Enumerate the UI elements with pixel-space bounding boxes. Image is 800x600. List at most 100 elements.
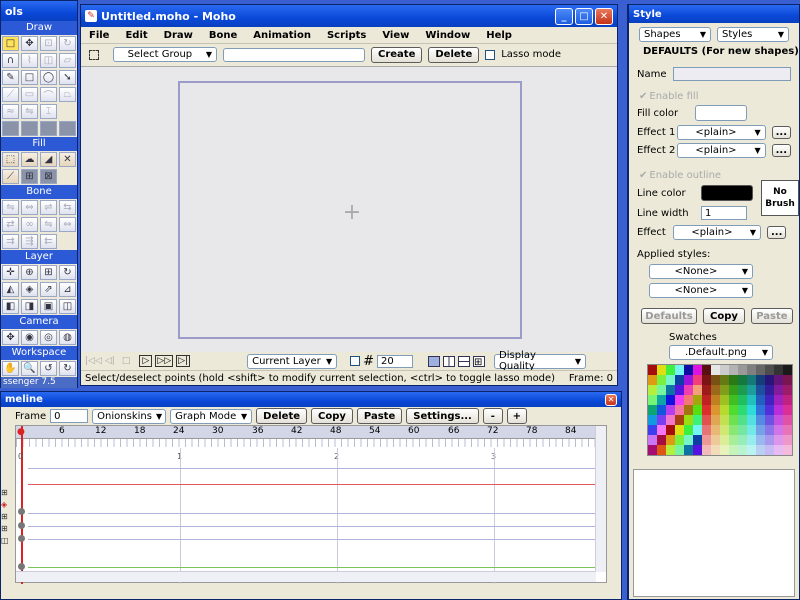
swatch-cell[interactable] <box>738 365 747 375</box>
flip-icon[interactable]: ⇋ <box>21 104 38 119</box>
swatch-cell[interactable] <box>711 425 720 435</box>
effect-dropdown[interactable]: <plain> ▼ <box>673 224 761 240</box>
applied-style1-dropdown[interactable]: <None> ▼ <box>649 264 753 279</box>
swatch-cell[interactable] <box>675 435 684 445</box>
swatch-cell[interactable] <box>702 435 711 445</box>
style-copy-button[interactable]: Copy <box>703 308 745 324</box>
swatch-cell[interactable] <box>756 385 765 395</box>
swatch-cell[interactable] <box>747 425 756 435</box>
swatch-cell[interactable] <box>648 435 657 445</box>
menu-draw[interactable]: Draw <box>156 30 201 41</box>
rewind-icon[interactable]: |◁◁ <box>85 356 102 366</box>
swatch-cell[interactable] <box>684 365 693 375</box>
swatch-cell[interactable] <box>747 395 756 405</box>
menu-bone[interactable]: Bone <box>201 30 245 41</box>
swatch-cell[interactable] <box>747 405 756 415</box>
swatch-cell[interactable] <box>747 385 756 395</box>
swatch-cell[interactable] <box>783 365 792 375</box>
swatch-cell[interactable] <box>711 405 720 415</box>
swatch-cell[interactable] <box>774 435 783 445</box>
no-brush-button[interactable]: No Brush <box>761 180 799 216</box>
swatch-cell[interactable] <box>666 385 675 395</box>
eyedropper-icon[interactable]: ⊠ <box>40 169 57 184</box>
add-bone-icon[interactable]: ⇌ <box>40 200 57 215</box>
swatch-cell[interactable] <box>711 435 720 445</box>
rotate-layer-icon[interactable]: ↻ <box>59 265 76 280</box>
swatch-cell[interactable] <box>765 395 774 405</box>
swatch-cell[interactable] <box>666 425 675 435</box>
swatch-cell[interactable] <box>657 425 666 435</box>
bend-icon[interactable]: ⌒ <box>40 87 57 102</box>
swatch-cell[interactable] <box>783 425 792 435</box>
translate-layer-icon[interactable]: ⊕ <box>21 265 38 280</box>
swatch-cell[interactable] <box>720 415 729 425</box>
zoom-in-button[interactable]: + <box>506 408 527 424</box>
swatch-cell[interactable] <box>720 385 729 395</box>
layer-depth-icon[interactable]: ◫ <box>59 299 76 314</box>
swatch-cell[interactable] <box>765 385 774 395</box>
swatch-cell[interactable] <box>702 405 711 415</box>
view-single-icon[interactable] <box>428 355 440 367</box>
close-icon[interactable]: ✕ <box>595 7 613 25</box>
swatch-cell[interactable] <box>774 415 783 425</box>
swatch-cell[interactable] <box>729 395 738 405</box>
translate-points-icon[interactable]: ✥ <box>21 36 38 51</box>
timeline-paste-button[interactable]: Paste <box>356 408 403 424</box>
swatch-cell[interactable] <box>711 375 720 385</box>
lasso-mode-checkbox[interactable] <box>485 49 496 60</box>
shear-icon[interactable]: ▱ <box>59 53 76 68</box>
applied-style2-dropdown[interactable]: <None> ▼ <box>649 283 753 298</box>
enable-outline-checkbox[interactable]: ✔ <box>639 170 647 181</box>
swatch-cell[interactable] <box>738 395 747 405</box>
rotate-bone-icon[interactable]: ⇶ <box>21 234 38 249</box>
select-points-icon[interactable]: □ <box>2 36 19 51</box>
swatch-cell[interactable] <box>783 415 792 425</box>
swatch-cell[interactable] <box>720 445 729 455</box>
swatch-cell[interactable] <box>774 425 783 435</box>
noise-icon[interactable]: ≈ <box>2 104 19 119</box>
menu-help[interactable]: Help <box>478 30 520 41</box>
swatch-cell[interactable] <box>783 395 792 405</box>
scatter-brush-icon[interactable]: ➘ <box>59 70 76 85</box>
swatch-cell[interactable] <box>720 375 729 385</box>
swatch-cell[interactable] <box>711 395 720 405</box>
show-grid-checkbox[interactable] <box>350 356 361 366</box>
swatch-cell[interactable] <box>765 375 774 385</box>
effect2-more-button[interactable]: ... <box>771 143 791 157</box>
swatch-cell[interactable] <box>783 385 792 395</box>
swatch-cell[interactable] <box>684 375 693 385</box>
timeline-close-icon[interactable]: ✕ <box>605 393 617 406</box>
swatch-cell[interactable] <box>729 385 738 395</box>
enable-fill-checkbox[interactable]: ✔ <box>639 91 647 102</box>
swatch-cell[interactable] <box>702 375 711 385</box>
swatch-cell[interactable] <box>729 405 738 415</box>
set-origin-icon[interactable]: ✛ <box>2 265 19 280</box>
switch-layer-icon[interactable]: ⇗ <box>40 282 57 297</box>
effect-more-button[interactable]: ... <box>767 225 787 239</box>
swatch-cell[interactable] <box>783 375 792 385</box>
swatch-cell[interactable] <box>684 405 693 415</box>
swatch-cell[interactable] <box>702 445 711 455</box>
defaults-button[interactable]: Defaults <box>641 308 697 324</box>
freehand-icon[interactable]: ✎ <box>2 70 19 85</box>
swatch-cell[interactable] <box>648 385 657 395</box>
select-shape-icon[interactable]: ⬚ <box>2 152 19 167</box>
swatch-cell[interactable] <box>666 365 675 375</box>
swatch-cell[interactable] <box>693 395 702 405</box>
timeline-track-area[interactable]: 6 12 18 24 30 36 42 48 54 60 66 72 78 84… <box>15 425 607 584</box>
keyframe[interactable] <box>18 522 25 529</box>
effect1-more-button[interactable]: ... <box>771 125 791 139</box>
swatch-cell[interactable] <box>747 445 756 455</box>
reparent-bone-icon[interactable]: ⇆ <box>59 200 76 215</box>
swatch-cell[interactable] <box>657 445 666 455</box>
create-shape-icon[interactable]: ☁ <box>21 152 38 167</box>
select-group-dropdown[interactable]: Select Group ▼ <box>113 47 217 62</box>
select-bone-icon[interactable]: ⇋ <box>2 200 19 215</box>
swatch-cell[interactable] <box>684 445 693 455</box>
view-quad-icon[interactable]: ⊞ <box>473 355 485 368</box>
swatch-cell[interactable] <box>702 365 711 375</box>
swatch-cell[interactable] <box>738 405 747 415</box>
rotate-layer-xy-icon[interactable]: ◭ <box>2 282 19 297</box>
swatch-cell[interactable] <box>720 365 729 375</box>
bind-layer-icon[interactable]: ⇋ <box>40 217 57 232</box>
